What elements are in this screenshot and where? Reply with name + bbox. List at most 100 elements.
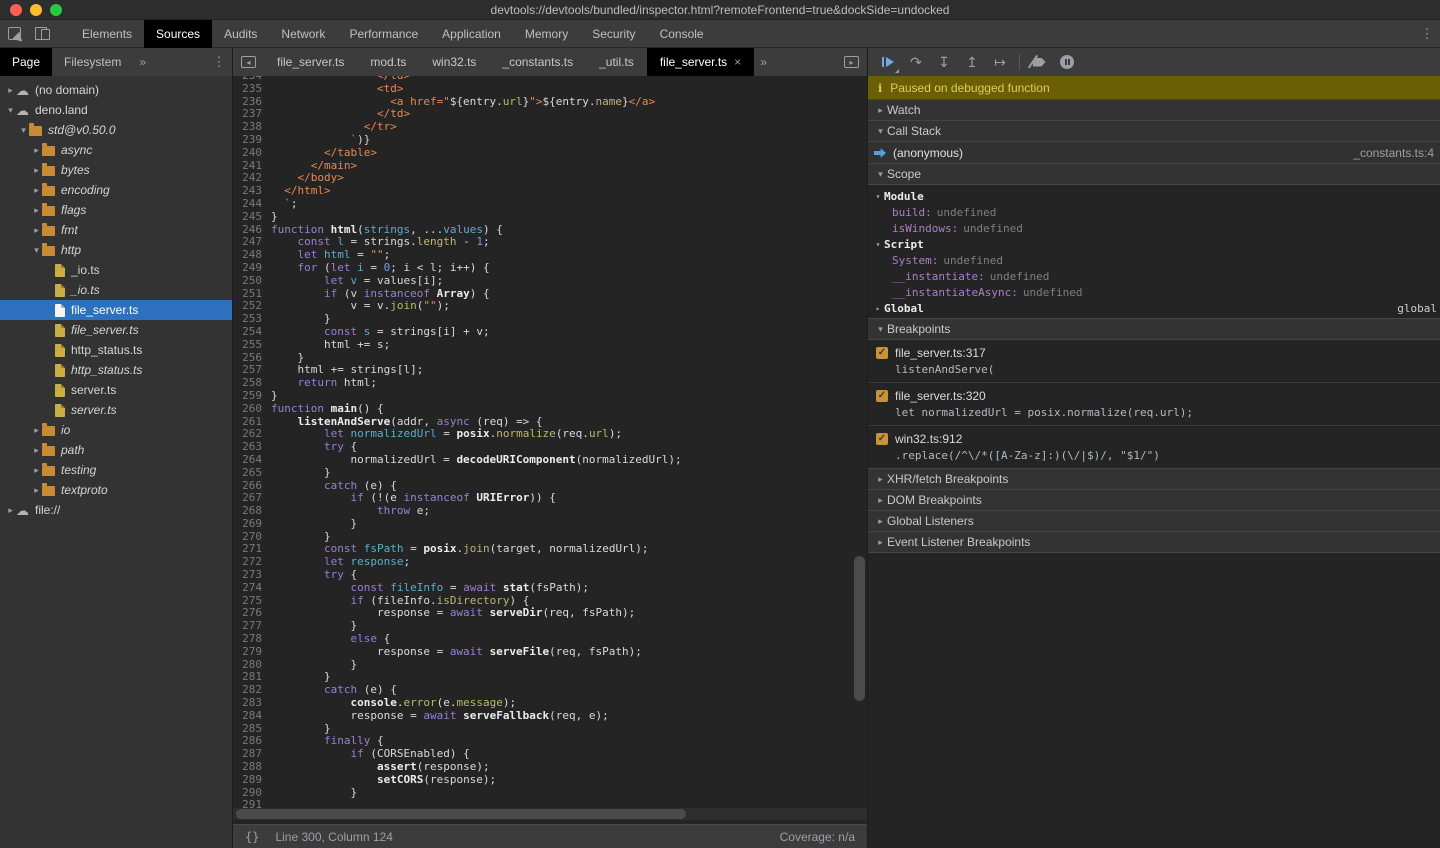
scope-property[interactable]: __instantiateAsync:undefined [868,284,1440,300]
breakpoint-checkbox[interactable]: ✓ [876,433,888,445]
line-number[interactable]: 249 [233,262,271,275]
line-number[interactable]: 258 [233,377,271,390]
line-number[interactable]: 254 [233,326,271,339]
sidebar-tab-page[interactable]: Page [0,48,52,76]
minimize-window-button[interactable] [30,4,42,16]
tree-item-encoding[interactable]: ▸encoding [0,180,232,200]
tree-item-io-ts[interactable]: _io.ts [0,280,232,300]
pretty-print-button[interactable]: {} [233,830,271,844]
section-breakpoints[interactable]: ▾ Breakpoints [868,318,1440,340]
vertical-scrollbar[interactable] [854,556,865,701]
breakpoint-item[interactable]: ✓file_server.ts:320let normalizedUrl = p… [868,383,1440,426]
toggle-debugger-panel-icon[interactable]: ▸ [844,56,859,68]
tree-item-http[interactable]: ▾http [0,240,232,260]
line-number[interactable]: 283 [233,697,271,710]
step-into-icon[interactable]: ↧ [930,48,958,76]
breakpoint-checkbox[interactable]: ✓ [876,347,888,359]
editor-tab-win32-ts[interactable]: win32.ts [419,48,489,76]
tab-performance[interactable]: Performance [337,20,430,48]
disclosure-triangle-icon[interactable]: ▸ [5,505,16,516]
tree-item-server-ts[interactable]: server.ts [0,400,232,420]
tree-item-deno-land[interactable]: ▾☁deno.land [0,100,232,120]
device-toolbar-icon[interactable] [28,20,56,48]
editor-tab-file-server-ts[interactable]: file_server.ts [264,48,357,76]
scope-property[interactable]: isWindows:undefined [868,220,1440,236]
tree-item-no-domain[interactable]: ▸☁(no domain) [0,80,232,100]
section-watch[interactable]: ▸ Watch [868,99,1440,121]
disclosure-triangle-icon[interactable]: ▸ [31,465,42,476]
line-number[interactable]: 245 [233,211,271,224]
scope-property[interactable]: System:undefined [868,252,1440,268]
tree-item-bytes[interactable]: ▸bytes [0,160,232,180]
line-number[interactable]: 259 [233,390,271,403]
line-number[interactable]: 260 [233,403,271,416]
tab-sources[interactable]: Sources [144,20,212,48]
disclosure-triangle-icon[interactable]: ▸ [31,425,42,436]
disclosure-triangle-icon[interactable]: ▸ [31,225,42,236]
scope-property[interactable]: __instantiate:undefined [868,268,1440,284]
line-number[interactable]: 264 [233,454,271,467]
disclosure-triangle-icon[interactable]: ▾ [31,245,42,256]
disclosure-triangle-icon[interactable]: ▸ [31,445,42,456]
section-xhr-fetch-breakpoints[interactable]: ▸XHR/fetch Breakpoints [868,468,1440,490]
tree-item-server-ts[interactable]: server.ts [0,380,232,400]
scope-group-script[interactable]: ▾Script [868,236,1440,252]
step-out-icon[interactable]: ↥ [958,48,986,76]
tab-security[interactable]: Security [580,20,647,48]
horizontal-scrollbar[interactable] [236,809,686,819]
line-number[interactable]: 274 [233,582,271,595]
section-call-stack[interactable]: ▾ Call Stack [868,120,1440,142]
disclosure-triangle-icon[interactable]: ▸ [31,165,42,176]
breakpoint-item[interactable]: ✓win32.ts:912.replace(/^\/*([A-Za-z]:)(\… [868,426,1440,469]
line-number[interactable]: 278 [233,633,271,646]
editor-tab-constants-ts[interactable]: _constants.ts [489,48,586,76]
editor-tab-file-server-ts[interactable]: file_server.ts× [647,48,754,76]
line-number[interactable]: 284 [233,710,271,723]
editor-tab-mod-ts[interactable]: mod.ts [357,48,419,76]
toggle-navigator-icon[interactable]: ◂ [241,56,256,68]
line-number[interactable]: 279 [233,646,271,659]
tree-item-http-status-ts[interactable]: http_status.ts [0,360,232,380]
section-global-listeners[interactable]: ▸Global Listeners [868,510,1440,532]
inspect-icon[interactable] [0,20,28,48]
line-number[interactable]: 240 [233,147,271,160]
disclosure-triangle-icon[interactable]: ▸ [31,145,42,156]
scope-group-global[interactable]: ▸Globalglobal [868,300,1440,316]
line-number[interactable]: 268 [233,505,271,518]
tree-item-path[interactable]: ▸path [0,440,232,460]
tree-item-file-server-ts[interactable]: file_server.ts [0,320,232,340]
line-number[interactable]: 288 [233,761,271,774]
code-editor[interactable]: 234 </td>235 <td>236 <a href="${entry.ur… [233,76,867,824]
line-number[interactable]: 269 [233,518,271,531]
line-number[interactable]: 250 [233,275,271,288]
step-icon[interactable]: ↦ [986,48,1014,76]
tree-item-async[interactable]: ▸async [0,140,232,160]
resume-icon[interactable] [874,48,902,76]
disclosure-triangle-icon[interactable]: ▸ [31,185,42,196]
disclosure-triangle-icon[interactable]: ▸ [31,205,42,216]
disclosure-triangle-icon[interactable]: ▾ [5,105,16,116]
tree-item-textproto[interactable]: ▸textproto [0,480,232,500]
more-menu-icon[interactable]: ⋮ [1414,26,1440,42]
tab-console[interactable]: Console [648,20,716,48]
line-number[interactable]: 273 [233,569,271,582]
tree-item-std-v0-50-0[interactable]: ▾std@v0.50.0 [0,120,232,140]
disclosure-triangle-icon[interactable]: ▸ [5,85,16,96]
tab-application[interactable]: Application [430,20,513,48]
deactivate-breakpoints-icon[interactable] [1025,48,1053,76]
call-stack-frame[interactable]: (anonymous)_constants.ts:4 [868,142,1440,164]
tree-item-http-status-ts[interactable]: http_status.ts [0,340,232,360]
tree-item-file[interactable]: ▸☁file:// [0,500,232,520]
editor-tab-overflow-chevron[interactable]: » [754,55,773,69]
scope-property[interactable]: build:undefined [868,204,1440,220]
close-window-button[interactable] [10,4,22,16]
line-number[interactable]: 265 [233,467,271,480]
pause-on-exceptions-icon[interactable] [1053,48,1081,76]
disclosure-triangle-icon[interactable]: ▸ [31,485,42,496]
disclosure-triangle-icon[interactable]: ▾ [18,125,29,136]
step-over-icon[interactable]: ↷ [902,48,930,76]
navigator-menu-icon[interactable]: ⋮ [206,54,232,70]
section-dom-breakpoints[interactable]: ▸DOM Breakpoints [868,489,1440,511]
close-tab-icon[interactable]: × [734,48,741,76]
tree-item-fmt[interactable]: ▸fmt [0,220,232,240]
